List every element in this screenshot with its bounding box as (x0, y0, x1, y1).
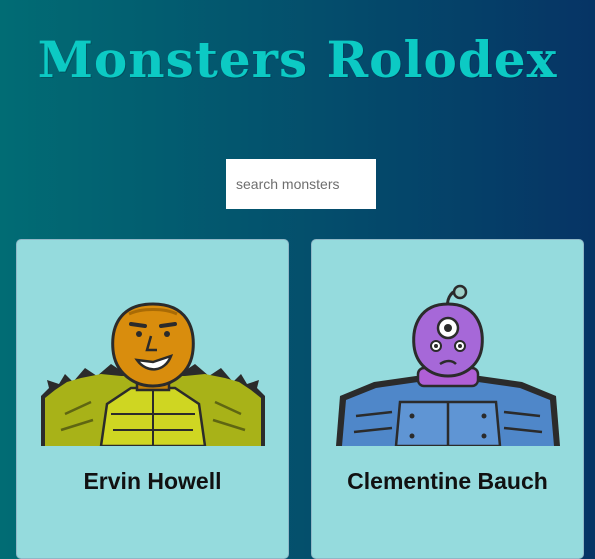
search-input[interactable] (226, 159, 376, 209)
monster-name: Clementine Bauch (347, 468, 548, 494)
page-title: Monsters Rolodex (37, 30, 558, 89)
monster-card[interactable]: Clementine Bauch (311, 239, 584, 559)
purple-cyclops-robot-monster-icon (336, 284, 560, 446)
monster-card[interactable]: Ervin Howell (16, 239, 289, 559)
green-muscular-monster-icon (41, 302, 265, 446)
monster-name: Ervin Howell (83, 468, 222, 494)
